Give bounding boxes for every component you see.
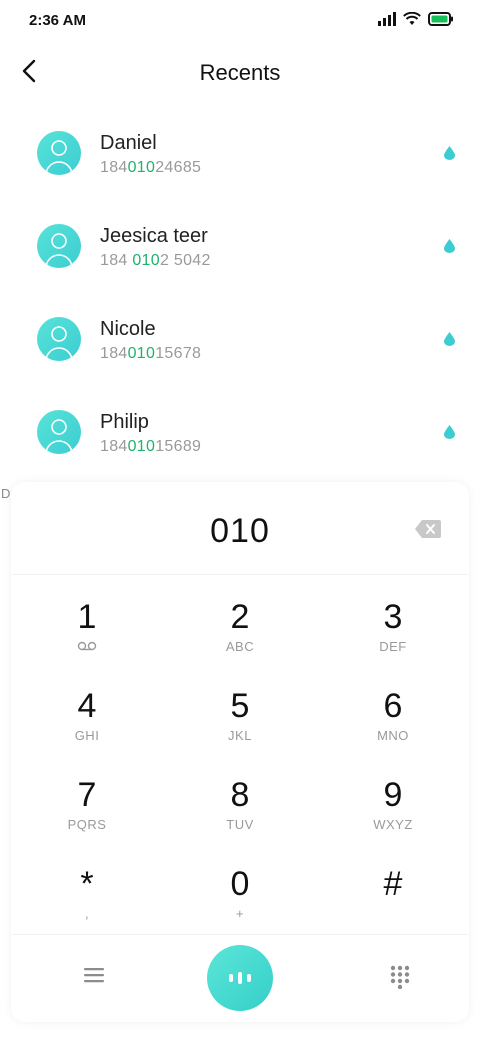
key-digit: 0 xyxy=(230,865,250,903)
avatar xyxy=(37,131,81,175)
key-digit: 8 xyxy=(230,776,250,814)
contact-item[interactable]: Nicole 18401015678 xyxy=(0,294,480,387)
key-3[interactable]: 3 DEF xyxy=(317,575,469,663)
key-letters: DEF xyxy=(379,639,407,654)
key-digit: # xyxy=(383,865,403,903)
key-8[interactable]: 8 TUV xyxy=(164,753,316,841)
key-digit: 1 xyxy=(77,598,97,636)
signal-icon xyxy=(378,12,396,26)
backspace-icon[interactable] xyxy=(415,520,441,538)
key-digit: 5 xyxy=(230,687,250,725)
dialer-actions xyxy=(11,934,469,1023)
person-icon xyxy=(45,419,73,454)
droplet-icon xyxy=(444,146,455,160)
dialpad-icon[interactable] xyxy=(389,965,411,989)
key-letters: + xyxy=(235,906,245,921)
person-icon xyxy=(45,233,73,268)
dialed-number: 010 xyxy=(210,512,270,550)
recents-list: Daniel 18401024685 Jeesica teer 184 0102… xyxy=(0,108,480,480)
header: Recents xyxy=(0,48,480,98)
contact-item[interactable]: Daniel 18401024685 xyxy=(0,108,480,201)
index-letter: D xyxy=(1,486,11,501)
wifi-icon xyxy=(403,12,421,25)
page-title: Recents xyxy=(199,60,281,85)
keypad: 1 2 ABC 3 DEF 4 GHI 5 JKL 6 MNO 7 PQRS 8… xyxy=(11,574,469,935)
contact-item[interactable]: Jeesica teer 184 0102 5042 xyxy=(0,201,480,294)
key-digit: * xyxy=(80,865,94,903)
avatar xyxy=(37,317,81,361)
key-hash[interactable]: # xyxy=(317,842,469,930)
contact-number: 18401015689 xyxy=(100,438,202,455)
key-digit: 9 xyxy=(383,776,403,814)
person-icon xyxy=(45,140,73,175)
contact-name: Jeesica teer xyxy=(100,225,208,247)
key-5[interactable]: 5 JKL xyxy=(164,664,316,752)
key-letters: , xyxy=(84,906,90,921)
key-letters: GHI xyxy=(74,728,100,743)
status-bar: 2:36 AM xyxy=(0,0,480,42)
key-1[interactable]: 1 xyxy=(11,575,163,663)
key-letters: TUV xyxy=(226,817,254,832)
key-letters: WXYZ xyxy=(373,817,413,832)
key-digit: 2 xyxy=(230,598,250,636)
key-4[interactable]: 4 GHI xyxy=(11,664,163,752)
key-letters: ABC xyxy=(225,639,255,654)
person-icon xyxy=(45,326,73,361)
contact-number: 18401015678 xyxy=(100,345,202,362)
key-digit: 3 xyxy=(383,598,403,636)
battery-icon xyxy=(428,12,453,26)
key-9[interactable]: 9 WXYZ xyxy=(317,753,469,841)
key-digit: 6 xyxy=(383,687,403,725)
key-letters: MNO xyxy=(377,728,409,743)
call-button[interactable] xyxy=(207,945,273,1011)
key-2[interactable]: 2 ABC xyxy=(164,575,316,663)
key-7[interactable]: 7 PQRS xyxy=(11,753,163,841)
key-letters: PQRS xyxy=(67,817,107,832)
key-0[interactable]: 0 + xyxy=(164,842,316,930)
avatar xyxy=(37,410,81,454)
call-icon xyxy=(229,972,251,984)
key-letters: JKL xyxy=(228,728,252,743)
droplet-icon xyxy=(444,332,455,346)
contact-name: Nicole xyxy=(100,318,156,340)
menu-icon[interactable] xyxy=(83,965,105,985)
contact-name: Philip xyxy=(100,411,149,433)
contact-name: Daniel xyxy=(100,132,157,154)
key-6[interactable]: 6 MNO xyxy=(317,664,469,752)
key-digit: 7 xyxy=(77,776,97,814)
contact-number: 184 0102 5042 xyxy=(100,252,211,269)
avatar xyxy=(37,224,81,268)
contact-item[interactable]: Philip 18401015689 xyxy=(0,387,480,480)
contact-number: 18401024685 xyxy=(100,159,202,176)
status-time: 2:36 AM xyxy=(29,12,86,29)
dialer-panel: 010 1 2 ABC 3 DEF 4 GHI 5 JKL 6 MNO 7 PQ… xyxy=(11,482,469,1022)
key-star[interactable]: * , xyxy=(11,842,163,930)
voicemail-icon xyxy=(77,641,97,651)
key-digit: 4 xyxy=(77,687,97,725)
status-icons xyxy=(378,12,454,26)
droplet-icon xyxy=(444,239,455,253)
droplet-icon xyxy=(444,425,455,439)
